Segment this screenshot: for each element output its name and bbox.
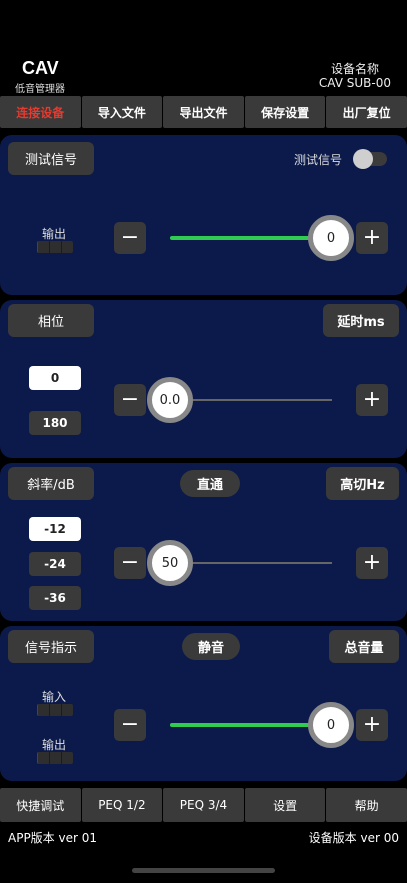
- high-cut-hz-button[interactable]: 高切Hz: [326, 467, 399, 500]
- test-plus-button[interactable]: +: [356, 222, 388, 254]
- factory-reset-button[interactable]: 出厂复位: [326, 96, 407, 128]
- device-name-label: 设备名称: [330, 62, 379, 76]
- app-header: CAV 低音管理器 设备名称 CAV SUB-00: [0, 56, 407, 96]
- bottom-menu: 快捷调试 PEQ 1/2 PEQ 3/4 设置 帮助: [0, 788, 407, 822]
- slope-option-24[interactable]: -24: [29, 552, 81, 576]
- phase-option-0[interactable]: 0: [29, 366, 81, 390]
- slope-option-36[interactable]: -36: [29, 586, 81, 610]
- bypass-button[interactable]: 直通: [180, 470, 240, 497]
- brand-subtitle: 低音管理器: [15, 84, 65, 95]
- top-menu: 连接设备 导入文件 导出文件 保存设置 出厂复位: [0, 96, 407, 128]
- device-name-value: CAV SUB-00: [318, 76, 391, 90]
- phase-slider-knob[interactable]: 0.0: [147, 377, 193, 423]
- home-indicator: [132, 868, 275, 873]
- volume-minus-button[interactable]: −: [114, 709, 146, 741]
- input-label: 输入: [42, 690, 67, 704]
- phase-plus-button[interactable]: +: [356, 384, 388, 416]
- test-minus-button[interactable]: −: [114, 222, 146, 254]
- import-file-button[interactable]: 导入文件: [81, 96, 163, 128]
- test-slider-knob[interactable]: 0: [308, 215, 354, 261]
- app-version: APP版本 ver 01: [8, 831, 97, 845]
- slope-slider-track[interactable]: [170, 562, 332, 564]
- output-meter: [37, 752, 73, 764]
- slope-plus-button[interactable]: +: [356, 547, 388, 579]
- test-signal-panel: 测试信号 测试信号 输出 − 0 +: [0, 135, 407, 295]
- slope-panel: 斜率/dB 直通 高切Hz -12 -24 -36 − 50 +: [0, 463, 407, 621]
- phase-option-180[interactable]: 180: [29, 411, 81, 435]
- tab-peq-3-4[interactable]: PEQ 3/4: [163, 788, 244, 822]
- slope-slider-knob[interactable]: 50: [147, 540, 193, 586]
- master-volume-button[interactable]: 总音量: [329, 630, 399, 663]
- tab-settings[interactable]: 设置: [244, 788, 326, 822]
- phase-slider-track[interactable]: [170, 399, 332, 401]
- mute-button[interactable]: 静音: [182, 633, 240, 660]
- output-label: 输出: [42, 738, 67, 752]
- slope-title: 斜率/dB: [8, 467, 94, 500]
- tab-help[interactable]: 帮助: [326, 788, 407, 822]
- output-label: 输出: [42, 227, 67, 241]
- slope-minus-button[interactable]: −: [114, 547, 146, 579]
- brand-logo: CAV: [22, 58, 59, 78]
- test-signal-title: 测试信号: [8, 142, 94, 175]
- slope-option-12[interactable]: -12: [29, 517, 81, 541]
- signal-panel: 信号指示 静音 总音量 输入 输出 − 0 +: [0, 626, 407, 781]
- tab-quick-tune[interactable]: 快捷调试: [0, 788, 81, 822]
- tab-peq-1-2[interactable]: PEQ 1/2: [81, 788, 163, 822]
- input-meter: [37, 704, 73, 716]
- phase-title: 相位: [8, 304, 94, 337]
- phase-panel: 相位 延时ms 0 180 − 0.0 +: [0, 300, 407, 458]
- connect-device-button[interactable]: 连接设备: [0, 96, 81, 128]
- volume-plus-button[interactable]: +: [356, 709, 388, 741]
- phase-minus-button[interactable]: −: [114, 384, 146, 416]
- volume-slider-knob[interactable]: 0: [308, 702, 354, 748]
- delay-ms-button[interactable]: 延时ms: [323, 304, 399, 337]
- output-meter: [37, 241, 73, 253]
- toggle-knob: [353, 149, 373, 169]
- device-version: 设备版本 ver 00: [308, 831, 399, 845]
- test-slider-fill: [170, 236, 310, 240]
- test-signal-toggle-label: 测试信号: [294, 153, 343, 167]
- status-bar: [0, 0, 407, 56]
- volume-slider-fill: [170, 723, 310, 727]
- signal-indicator-title: 信号指示: [8, 630, 94, 663]
- test-signal-toggle[interactable]: [353, 149, 387, 169]
- export-file-button[interactable]: 导出文件: [163, 96, 244, 128]
- footer: APP版本 ver 01 设备版本 ver 00: [0, 822, 407, 852]
- save-settings-button[interactable]: 保存设置: [244, 96, 326, 128]
